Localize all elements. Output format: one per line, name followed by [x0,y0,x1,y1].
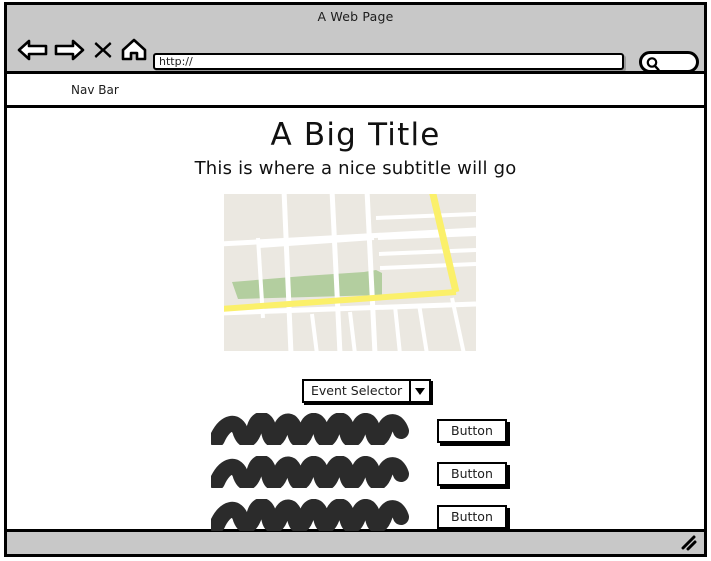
list-item: Button [7,411,704,454]
scribble-placeholder [209,455,411,492]
back-arrow-icon[interactable] [17,39,49,65]
status-bar [7,532,704,554]
page-content: A Big Title This is where a nice subtitl… [7,108,704,534]
row-button[interactable]: Button [437,419,507,443]
list-item: Button [7,454,704,497]
row-button[interactable]: Button [437,505,507,529]
nav-bar[interactable]: Nav Bar [7,74,704,108]
window-title: A Web Page [317,8,394,24]
home-icon[interactable] [121,38,147,66]
search-input[interactable] [639,51,699,73]
scribble-placeholder [209,498,411,535]
title-bar: A Web Page [7,5,704,27]
url-input[interactable]: http:// [153,53,624,70]
item-list: Button Button Button [7,411,704,540]
browser-window: A Web Page http:// Nav Bar A Big Title T… [4,2,707,557]
event-selector-value: Event Selector [302,379,412,403]
page-title: A Big Title [270,117,441,153]
event-selector-dropdown[interactable]: Event Selector [302,379,432,403]
chevron-down-icon[interactable] [411,379,432,403]
forward-arrow-icon[interactable] [54,39,86,65]
resize-grip-icon[interactable] [680,535,698,555]
browser-toolbar: http:// [7,27,704,73]
url-input-value: http:// [159,55,193,68]
close-x-icon[interactable] [93,40,113,64]
scribble-placeholder [209,412,411,449]
row-button[interactable]: Button [437,462,507,486]
map-widget[interactable] [224,194,476,351]
page-subtitle: This is where a nice subtitle will go [194,158,517,179]
nav-bar-label: Nav Bar [71,82,119,97]
